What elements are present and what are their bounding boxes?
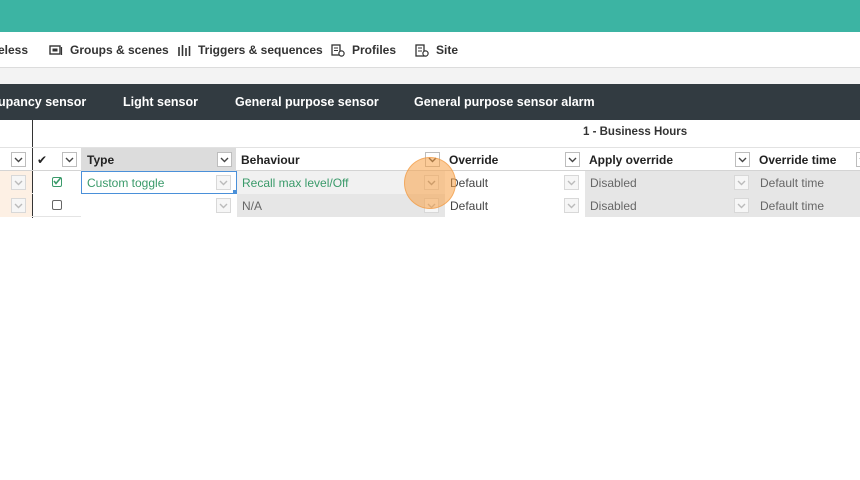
nav-item-label: Groups & scenes	[70, 43, 169, 57]
select-all-checkmark-icon[interactable]: ✔	[37, 151, 47, 168]
tab-general-purpose-sensor-alarm[interactable]: General purpose sensor alarm	[414, 84, 595, 120]
cell-value: Disabled	[590, 198, 637, 213]
column-menu-button[interactable]	[11, 152, 26, 167]
apply-override-dropdown-button[interactable]	[734, 198, 749, 213]
chevron-down-icon	[737, 203, 746, 208]
column-header-label: Override time	[759, 152, 837, 167]
override-column-menu-button[interactable]	[565, 152, 580, 167]
app-header-bar	[0, 0, 860, 32]
cell-value: Recall max level/Off	[242, 175, 349, 190]
override-time-cell[interactable]: Default time	[755, 194, 860, 217]
type-dropdown-button[interactable]	[216, 175, 231, 190]
triggers-icon	[178, 44, 191, 56]
type-dropdown-button[interactable]	[216, 198, 231, 213]
column-header-type[interactable]: Type	[81, 148, 236, 171]
chevron-down-icon	[568, 157, 577, 162]
nav-item-profiles[interactable]: Profiles	[331, 32, 396, 68]
chevron-down-icon	[14, 180, 23, 185]
apply-override-cell[interactable]: Disabled	[585, 194, 755, 217]
checkmark-icon	[53, 176, 62, 185]
cell-value: Default time	[760, 175, 825, 190]
select-column-menu-button[interactable]	[62, 152, 77, 167]
profiles-icon	[331, 43, 345, 57]
tab-general-purpose-sensor[interactable]: General purpose sensor	[235, 84, 379, 120]
type-column-menu-button[interactable]	[217, 152, 232, 167]
nav-item-site[interactable]: Site	[415, 32, 458, 68]
sensor-tabs: upancy sensor Light sensor General purpo…	[0, 84, 860, 120]
column-header-label: Override	[449, 152, 499, 167]
override-time-cell[interactable]: Default time	[755, 171, 860, 194]
nav-item-triggers-sequences[interactable]: Triggers & sequences	[177, 32, 323, 68]
override-dropdown-button[interactable]	[564, 175, 579, 190]
column-header-label: Type	[87, 152, 115, 167]
site-icon	[415, 43, 429, 57]
chevron-down-icon	[220, 157, 229, 162]
groups-icon	[49, 45, 63, 55]
override-dropdown-button[interactable]	[564, 198, 579, 213]
cell-value: Disabled	[590, 175, 637, 190]
type-cell-editor[interactable]: Custom toggle	[81, 171, 237, 194]
cell-value: Custom toggle	[87, 175, 165, 190]
column-header-override-time[interactable]: Override time	[755, 148, 855, 171]
column-header-label: Apply override	[589, 152, 674, 167]
apply-override-cell[interactable]: Disabled	[585, 171, 755, 194]
chevron-down-icon	[567, 180, 576, 185]
main-navigation: eless Groups & scenes Triggers & sequenc…	[0, 32, 860, 68]
cell-value: Default	[450, 198, 489, 213]
apply-override-dropdown-button[interactable]	[734, 175, 749, 190]
cell-value: N/A	[242, 198, 263, 213]
cell-value: Default time	[760, 198, 825, 213]
chevron-down-icon	[567, 203, 576, 208]
nav-item-wireless[interactable]: eless	[0, 32, 28, 68]
chevron-down-icon	[738, 157, 747, 162]
toolbar-strip	[0, 68, 860, 84]
apply-override-column-menu-button[interactable]	[735, 152, 750, 167]
column-header-override[interactable]: Override	[445, 148, 585, 171]
row-checkbox[interactable]	[52, 200, 62, 210]
tab-occupancy-sensor[interactable]: upancy sensor	[0, 84, 86, 120]
nav-item-label: Site	[436, 43, 459, 57]
chevron-down-icon	[737, 180, 746, 185]
column-group-title: 1 - Business Hours	[583, 126, 688, 138]
tab-light-sensor[interactable]: Light sensor	[123, 84, 198, 120]
column-header-apply-override[interactable]: Apply override	[585, 148, 755, 171]
click-indicator	[404, 157, 456, 209]
row-checkbox[interactable]	[52, 176, 62, 187]
type-cell[interactable]	[81, 194, 237, 217]
override-time-column-menu-button[interactable]	[856, 152, 860, 167]
chevron-down-icon	[219, 180, 228, 185]
row-dropdown-button[interactable]	[11, 175, 26, 190]
nav-item-label: Profiles	[352, 43, 397, 57]
nav-item-label: Triggers & sequences	[198, 43, 323, 57]
chevron-down-icon	[14, 203, 23, 208]
nav-item-label: eless	[0, 43, 29, 57]
row-dropdown-button[interactable]	[11, 198, 26, 213]
chevron-down-icon	[65, 157, 74, 162]
nav-item-groups-scenes[interactable]: Groups & scenes	[49, 32, 169, 68]
chevron-down-icon	[14, 157, 23, 162]
chevron-down-icon	[219, 203, 228, 208]
column-header-label: Behaviour	[241, 152, 300, 167]
